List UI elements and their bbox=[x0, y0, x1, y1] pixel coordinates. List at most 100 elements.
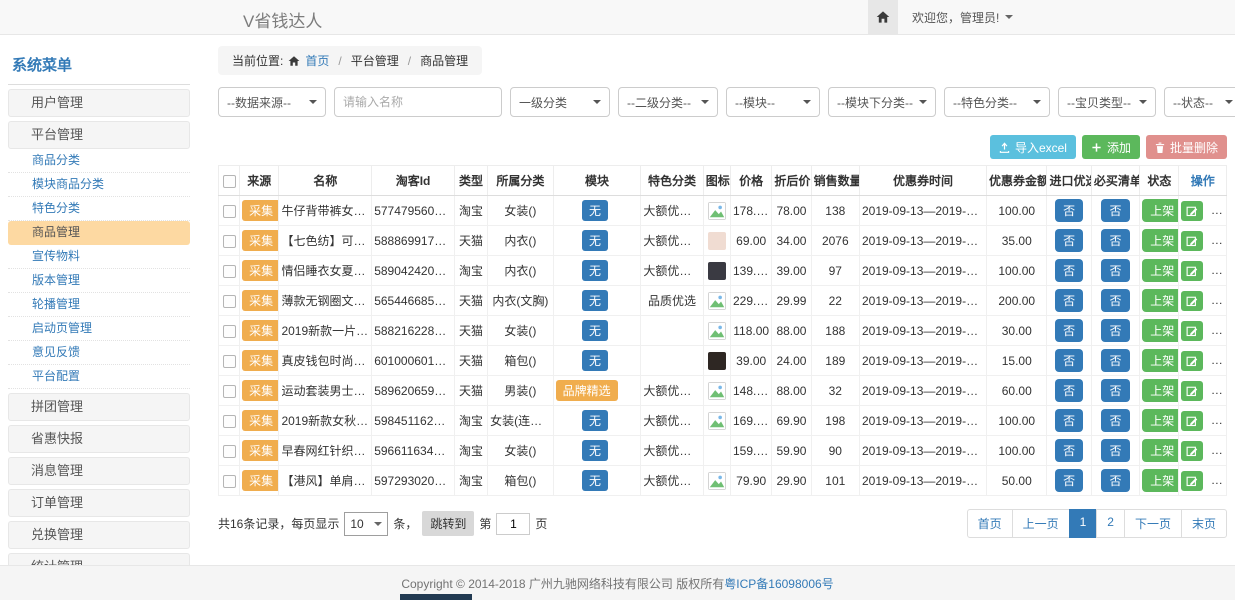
row-checkbox[interactable] bbox=[223, 325, 236, 338]
delete-button[interactable] bbox=[1211, 291, 1227, 311]
status-button[interactable]: 上架 bbox=[1142, 229, 1179, 252]
status-button[interactable]: 上架 bbox=[1142, 379, 1179, 402]
edit-button[interactable] bbox=[1181, 321, 1203, 341]
edit-button[interactable] bbox=[1181, 381, 1203, 401]
status-button[interactable]: 上架 bbox=[1142, 349, 1179, 372]
delete-button[interactable] bbox=[1211, 231, 1227, 251]
must-buy-toggle[interactable]: 否 bbox=[1101, 409, 1129, 432]
page-button-2[interactable]: 2 bbox=[1096, 509, 1125, 538]
edit-button[interactable] bbox=[1181, 411, 1203, 431]
status-button[interactable]: 上架 bbox=[1142, 469, 1179, 492]
import-excel-button[interactable]: 导入excel bbox=[990, 135, 1076, 159]
page-number-input[interactable] bbox=[496, 513, 530, 535]
row-checkbox[interactable] bbox=[223, 475, 236, 488]
sidebar-item-exchange-management[interactable]: 兑换管理 bbox=[8, 521, 190, 549]
must-buy-toggle[interactable]: 否 bbox=[1101, 229, 1129, 252]
status-button[interactable]: 上架 bbox=[1142, 439, 1179, 462]
filter-select-status[interactable]: --状态-- bbox=[1164, 87, 1235, 117]
row-checkbox[interactable] bbox=[223, 205, 236, 218]
sidebar-item-user-management[interactable]: 用户管理 bbox=[8, 89, 190, 117]
sidebar-item-platform-config[interactable]: 平台配置 bbox=[8, 365, 190, 389]
imported-toggle[interactable]: 否 bbox=[1055, 289, 1083, 312]
filter-select-level1-category[interactable]: 一级分类 bbox=[510, 87, 610, 117]
imported-toggle[interactable]: 否 bbox=[1055, 439, 1083, 462]
sidebar-item-feature-category[interactable]: 特色分类 bbox=[8, 197, 190, 221]
delete-button[interactable] bbox=[1211, 381, 1227, 401]
status-button[interactable]: 上架 bbox=[1142, 199, 1179, 222]
sidebar-item-group-buy-management[interactable]: 拼团管理 bbox=[8, 393, 190, 421]
row-checkbox[interactable] bbox=[223, 295, 236, 308]
imported-toggle[interactable]: 否 bbox=[1055, 259, 1083, 282]
page-button-last[interactable]: 末页 bbox=[1181, 509, 1227, 538]
status-button[interactable]: 上架 bbox=[1142, 289, 1179, 312]
imported-toggle[interactable]: 否 bbox=[1055, 199, 1083, 222]
must-buy-toggle[interactable]: 否 bbox=[1101, 469, 1129, 492]
row-checkbox[interactable] bbox=[223, 415, 236, 428]
status-button[interactable]: 上架 bbox=[1142, 409, 1179, 432]
page-button-1[interactable]: 1 bbox=[1069, 509, 1098, 538]
must-buy-toggle[interactable]: 否 bbox=[1101, 289, 1129, 312]
jump-button[interactable]: 跳转到 bbox=[422, 511, 474, 536]
edit-button[interactable] bbox=[1181, 351, 1203, 371]
status-button[interactable]: 上架 bbox=[1142, 259, 1179, 282]
sidebar-item-message-management[interactable]: 消息管理 bbox=[8, 457, 190, 485]
batch-delete-button[interactable]: 批量删除 bbox=[1146, 135, 1227, 159]
filter-select-feature-category[interactable]: --特色分类-- bbox=[944, 87, 1050, 117]
filter-input-name-search[interactable] bbox=[334, 87, 502, 117]
imported-toggle[interactable]: 否 bbox=[1055, 379, 1083, 402]
imported-toggle[interactable]: 否 bbox=[1055, 319, 1083, 342]
sidebar-item-splash-page-management[interactable]: 启动页管理 bbox=[8, 317, 190, 341]
delete-button[interactable] bbox=[1211, 261, 1227, 281]
page-button-next[interactable]: 下一页 bbox=[1124, 509, 1182, 538]
filter-select-item-type[interactable]: --宝贝类型-- bbox=[1058, 87, 1156, 117]
must-buy-toggle[interactable]: 否 bbox=[1101, 349, 1129, 372]
delete-button[interactable] bbox=[1211, 351, 1227, 371]
imported-toggle[interactable]: 否 bbox=[1055, 409, 1083, 432]
must-buy-toggle[interactable]: 否 bbox=[1101, 319, 1129, 342]
edit-button[interactable] bbox=[1181, 201, 1203, 221]
edit-button[interactable] bbox=[1181, 471, 1203, 491]
user-menu[interactable]: 欢迎您，管理员! bbox=[912, 9, 1013, 26]
row-checkbox[interactable] bbox=[223, 355, 236, 368]
sidebar-item-goods-management[interactable]: 商品管理 bbox=[8, 221, 190, 245]
filter-select-module[interactable]: --模块-- bbox=[726, 87, 820, 117]
edit-button[interactable] bbox=[1181, 231, 1203, 251]
row-checkbox[interactable] bbox=[223, 235, 236, 248]
select-all-checkbox[interactable] bbox=[223, 175, 236, 188]
delete-button[interactable] bbox=[1211, 321, 1227, 341]
must-buy-toggle[interactable]: 否 bbox=[1101, 199, 1129, 222]
sidebar-item-order-management[interactable]: 订单管理 bbox=[8, 489, 190, 517]
row-checkbox[interactable] bbox=[223, 445, 236, 458]
edit-button[interactable] bbox=[1181, 441, 1203, 461]
sidebar-item-saving-express[interactable]: 省惠快报 bbox=[8, 425, 190, 453]
home-button[interactable] bbox=[868, 0, 898, 34]
row-checkbox[interactable] bbox=[223, 265, 236, 278]
must-buy-toggle[interactable]: 否 bbox=[1101, 259, 1129, 282]
imported-toggle[interactable]: 否 bbox=[1055, 349, 1083, 372]
filter-select-level2-category[interactable]: --二级分类-- bbox=[618, 87, 718, 117]
delete-button[interactable] bbox=[1211, 411, 1227, 431]
sidebar-item-statistics-management[interactable]: 统计管理 bbox=[8, 553, 190, 565]
icp-link[interactable]: 粤ICP备16098006号 bbox=[724, 575, 833, 592]
edit-button[interactable] bbox=[1181, 291, 1203, 311]
sidebar-item-goods-category[interactable]: 商品分类 bbox=[8, 149, 190, 173]
sidebar-item-promo-materials[interactable]: 宣传物料 bbox=[8, 245, 190, 269]
delete-button[interactable] bbox=[1211, 471, 1227, 491]
sidebar-item-platform-management[interactable]: 平台管理 bbox=[8, 121, 190, 149]
imported-toggle[interactable]: 否 bbox=[1055, 469, 1083, 492]
edit-button[interactable] bbox=[1181, 261, 1203, 281]
page-button-prev[interactable]: 上一页 bbox=[1012, 509, 1070, 538]
row-checkbox[interactable] bbox=[223, 385, 236, 398]
delete-button[interactable] bbox=[1211, 201, 1227, 221]
imported-toggle[interactable]: 否 bbox=[1055, 229, 1083, 252]
per-page-select[interactable]: 10 bbox=[344, 512, 388, 536]
sidebar-item-version-management[interactable]: 版本管理 bbox=[8, 269, 190, 293]
breadcrumb-home-link[interactable]: 首页 bbox=[305, 52, 329, 69]
sidebar-item-module-goods-category[interactable]: 模块商品分类 bbox=[8, 173, 190, 197]
must-buy-toggle[interactable]: 否 bbox=[1101, 439, 1129, 462]
sidebar-item-carousel-management[interactable]: 轮播管理 bbox=[8, 293, 190, 317]
delete-button[interactable] bbox=[1211, 441, 1227, 461]
status-button[interactable]: 上架 bbox=[1142, 319, 1179, 342]
filter-select-module-sub-category[interactable]: --模块下分类-- bbox=[828, 87, 936, 117]
must-buy-toggle[interactable]: 否 bbox=[1101, 379, 1129, 402]
